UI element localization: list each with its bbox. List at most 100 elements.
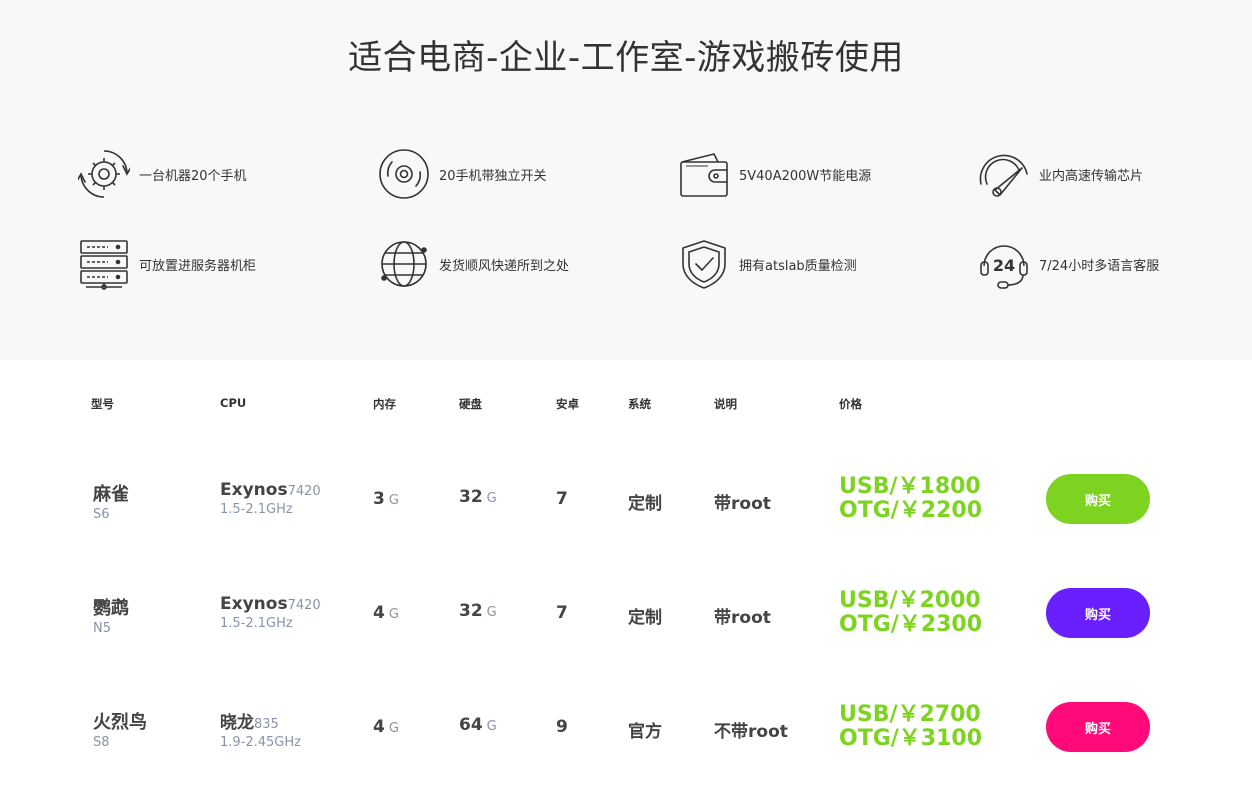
disk-unit: G <box>486 719 497 734</box>
model-code: N5 <box>93 621 111 636</box>
cpu-name-line: 晓龙835 <box>220 708 301 733</box>
feature-text: 20手机带独立开关 <box>439 168 547 184</box>
disc-icon <box>377 147 431 201</box>
ram-value: 4 <box>373 603 385 623</box>
header-disk: 硬盘 <box>459 397 482 411</box>
model-name: 火烈鸟 <box>93 712 147 733</box>
feature-item: 可放置进服务器机柜 <box>77 236 357 292</box>
price-otg: OTG/￥2200 <box>839 498 983 523</box>
disk-unit: G <box>486 491 497 506</box>
model-cell: 火烈鸟 S8 <box>93 708 147 750</box>
header-system: 系统 <box>628 397 651 411</box>
cpu-cell: 晓龙835 1.9-2.45GHz <box>220 708 301 750</box>
ram-value: 4 <box>373 717 385 737</box>
cpu-frequency: 1.9-2.45GHz <box>220 735 301 750</box>
disk-unit: G <box>486 605 497 620</box>
disk-cell: 32 G <box>459 601 497 621</box>
price-cell: USB/￥2000 OTG/￥2300 <box>839 589 982 637</box>
cpu-name: 晓龙 <box>220 713 254 733</box>
android-version: 7 <box>556 603 568 623</box>
feature-text: 一台机器20个手机 <box>139 168 247 184</box>
model-code: S8 <box>93 735 110 750</box>
price-cell: USB/￥1800 OTG/￥2200 <box>839 475 982 523</box>
cpu-frequency: 1.5-2.1GHz <box>220 502 293 517</box>
disk-cell: 64 G <box>459 715 497 735</box>
headset-24-icon: 24 <box>977 237 1031 291</box>
buy-button[interactable]: 购买 <box>1046 474 1150 524</box>
model-name: 麻雀 <box>93 484 129 505</box>
model-code: S6 <box>93 507 110 522</box>
cpu-frequency: 1.5-2.1GHz <box>220 616 293 631</box>
price-otg: OTG/￥3100 <box>839 726 983 751</box>
android-version: 7 <box>556 489 568 509</box>
feature-text: 发货顺风快递所到之处 <box>439 258 570 274</box>
page-title: 适合电商-企业-工作室-游戏搬砖使用 <box>348 38 904 78</box>
feature-item: 发货顺风快递所到之处 <box>377 236 657 292</box>
cpu-name: Exynos <box>220 480 288 500</box>
disk-cell: 32 G <box>459 487 497 507</box>
model-cell: 麻雀 S6 <box>93 480 129 522</box>
feature-item: 业内高速传输芯片 <box>977 146 1252 202</box>
header-model: 型号 <box>91 397 114 411</box>
feature-item: 24 7/24小时多语言客服 <box>977 236 1252 292</box>
ram-unit: G <box>388 607 399 622</box>
ram-cell: 4G <box>373 717 399 737</box>
cpu-model: 7420 <box>287 484 321 499</box>
buy-button[interactable]: 购买 <box>1046 702 1150 752</box>
root-note: 带root <box>714 608 771 628</box>
cpu-cell: Exynos7420 1.5-2.1GHz <box>220 594 321 631</box>
feature-item: 20手机带独立开关 <box>377 146 657 202</box>
headset-badge: 24 <box>993 256 1015 275</box>
system-type: 定制 <box>628 494 662 514</box>
table-row: 火烈鸟 S8 晓龙835 1.9-2.45GHz 4G 64 G 9 官方 不带r… <box>0 672 1252 782</box>
system-type: 官方 <box>628 722 662 742</box>
cpu-cell: Exynos7420 1.5-2.1GHz <box>220 480 321 517</box>
feature-text: 拥有atslab质量检测 <box>739 258 857 274</box>
header-android: 安卓 <box>556 397 579 411</box>
price-usb: USB/￥2000 <box>839 588 981 613</box>
system-type: 定制 <box>628 608 662 628</box>
table-row: 麻雀 S6 Exynos7420 1.5-2.1GHz 3G 32 G 7 定制 … <box>0 444 1252 554</box>
shield-check-icon <box>677 237 731 291</box>
header-price: 价格 <box>839 397 862 411</box>
table-row: 鹦鹉 N5 Exynos7420 1.5-2.1GHz 4G 32 G 7 定制 … <box>0 558 1252 668</box>
header-cpu: CPU <box>220 396 247 410</box>
ram-value: 3 <box>373 489 385 509</box>
disk-value: 32 <box>459 487 483 507</box>
wallet-icon <box>677 147 731 201</box>
root-note: 不带root <box>714 722 788 742</box>
ram-unit: G <box>388 493 399 508</box>
buy-button[interactable]: 购买 <box>1046 588 1150 638</box>
header-ram: 内存 <box>373 397 396 411</box>
disk-value: 32 <box>459 601 483 621</box>
ram-cell: 3G <box>373 489 399 509</box>
globe-icon <box>377 237 431 291</box>
price-cell: USB/￥2700 OTG/￥3100 <box>839 703 982 751</box>
model-name: 鹦鹉 <box>93 598 129 619</box>
feature-text: 7/24小时多语言客服 <box>1039 258 1160 274</box>
android-version: 9 <box>556 717 568 737</box>
price-otg: OTG/￥2300 <box>839 612 983 637</box>
feature-item: 5V40A200W节能电源 <box>677 146 957 202</box>
root-note: 带root <box>714 494 771 514</box>
server-rack-icon <box>77 237 131 291</box>
feature-text: 5V40A200W节能电源 <box>739 168 872 184</box>
feature-item: 拥有atslab质量检测 <box>677 236 957 292</box>
cpu-name: Exynos <box>220 594 288 614</box>
ram-cell: 4G <box>373 603 399 623</box>
cpu-model: 7420 <box>287 598 321 613</box>
feature-text: 可放置进服务器机柜 <box>139 258 257 274</box>
gear-cycle-icon <box>77 147 131 201</box>
model-cell: 鹦鹉 N5 <box>93 594 129 636</box>
cpu-name-line: Exynos7420 <box>220 594 321 614</box>
header-note: 说明 <box>714 397 737 411</box>
feature-item: 一台机器20个手机 <box>77 146 357 202</box>
hero-section: 适合电商-企业-工作室-游戏搬砖使用 一台机器20个手机 20手机带独立开关 5… <box>0 0 1252 360</box>
ram-unit: G <box>388 721 399 736</box>
cpu-name-line: Exynos7420 <box>220 480 321 500</box>
price-usb: USB/￥1800 <box>839 474 981 499</box>
speedometer-icon <box>977 147 1031 201</box>
price-usb: USB/￥2700 <box>839 702 981 727</box>
cpu-model: 835 <box>254 717 279 732</box>
disk-value: 64 <box>459 715 483 735</box>
